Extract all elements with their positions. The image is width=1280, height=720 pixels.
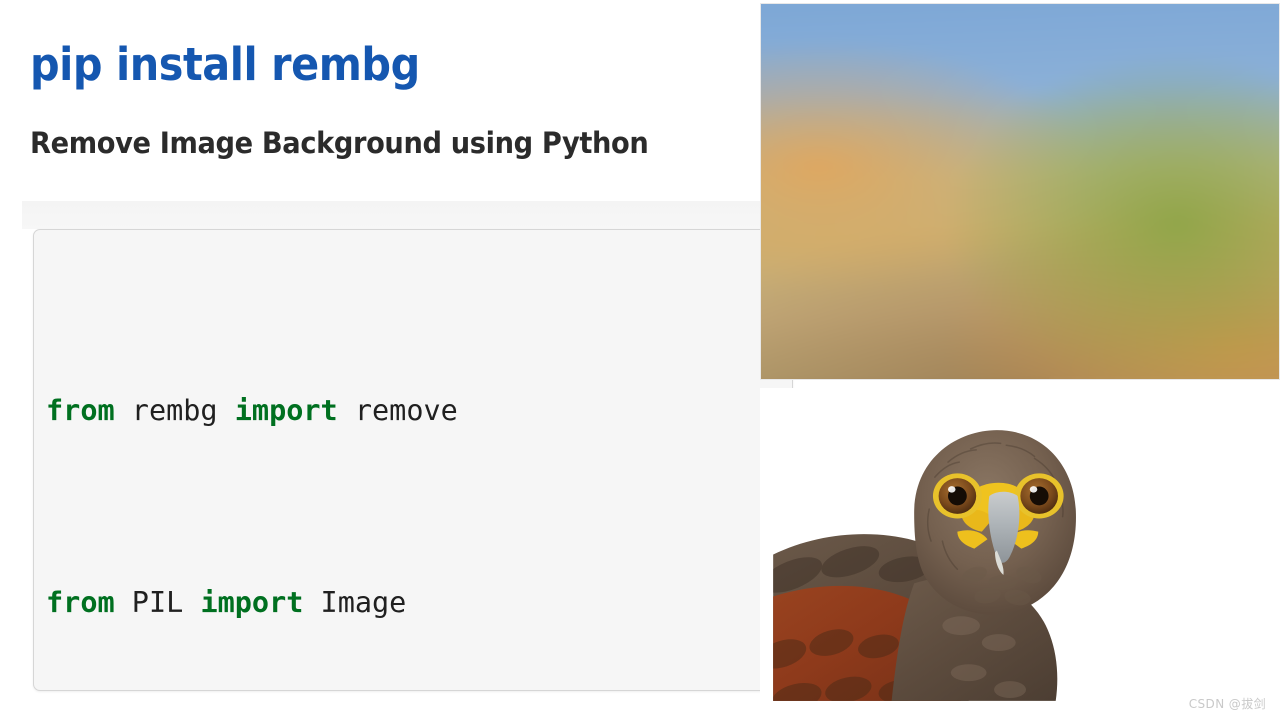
- photo-scene-removed: [760, 388, 1280, 718]
- hawk-background-removed: [760, 388, 1280, 718]
- code-token-module: PIL: [114, 586, 201, 619]
- code-token-module: rembg: [114, 394, 235, 427]
- hawk-illustration-cutout: [773, 430, 1076, 701]
- csdn-watermark: CSDN @拔剑: [1188, 697, 1266, 711]
- code-token-keyword: import: [234, 394, 338, 427]
- page-title: pip install rembg: [30, 38, 420, 91]
- blurred-nature-background: [761, 4, 1279, 379]
- code-token-identifier: remove: [337, 394, 458, 427]
- code-card: from rembg import remove from PIL import…: [33, 229, 793, 691]
- code-token-identifier: Image: [303, 586, 407, 619]
- left-content-panel: pip install rembg Remove Image Backgroun…: [0, 0, 793, 720]
- page-subtitle: Remove Image Background using Python: [30, 126, 649, 160]
- code-card-top-strip: [22, 201, 782, 229]
- code-token-keyword: from: [46, 586, 115, 619]
- code-token-keyword: from: [46, 394, 115, 427]
- photo-scene-original: [761, 4, 1279, 379]
- hawk-left-eye: [932, 473, 982, 519]
- code-line-2: from PIL import Image: [46, 579, 561, 627]
- code-line-1: from rembg import remove: [46, 387, 561, 435]
- hawk-right-eye: [1014, 473, 1064, 519]
- hawk-original-photo: [760, 3, 1280, 380]
- code-token-keyword: import: [200, 586, 304, 619]
- code-block[interactable]: from rembg import remove from PIL import…: [46, 243, 561, 690]
